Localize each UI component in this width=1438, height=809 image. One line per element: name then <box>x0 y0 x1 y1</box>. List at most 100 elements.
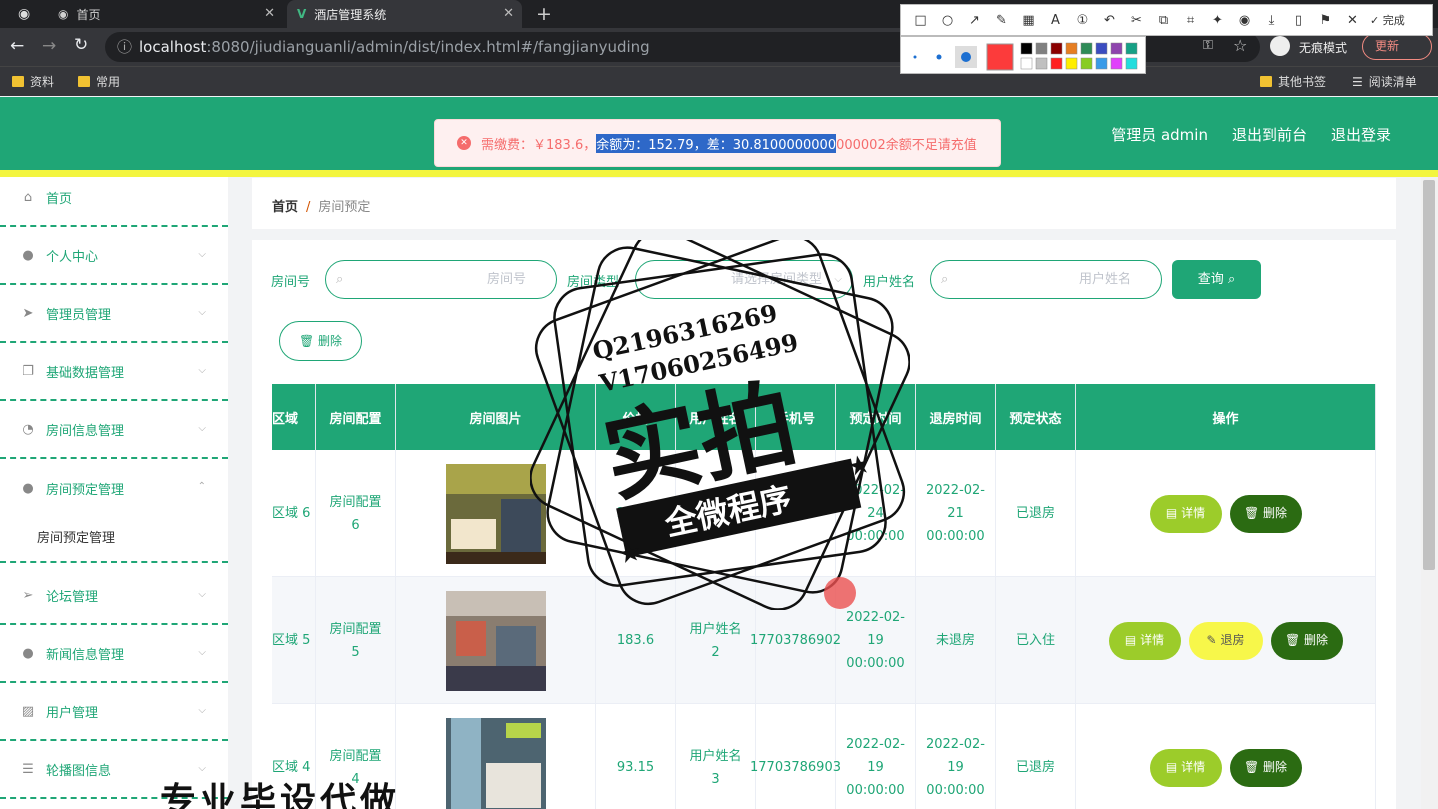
delete-button[interactable]: 🗑 删除 <box>1229 748 1302 787</box>
checkout-button[interactable]: ✎ 退房 <box>1188 621 1263 660</box>
room-type-label: 房间类型 <box>567 275 620 290</box>
bookmarks-bar: 资料 常用 其他书签 ☰ 阅读清单 <box>0 66 1438 96</box>
bookmark-folder[interactable]: 常用 <box>78 73 120 90</box>
url-path: :8080/jiudianguanli/admin/dist/index.htm… <box>206 38 650 56</box>
rectangle-tool-icon[interactable]: □ <box>907 13 934 28</box>
error-message: ✕ 需缴费：￥183.6， 余额为：152.79，差：30.8100000000 0… <box>434 119 1001 167</box>
ocr-icon[interactable]: ⌗ <box>1177 13 1204 28</box>
bookmark-label: 其他书签 <box>1278 75 1327 89</box>
download-icon[interactable]: ⤓ <box>1258 13 1285 28</box>
trash-icon: 🗑 <box>1243 760 1260 774</box>
delete-label: 删除 <box>1263 760 1288 774</box>
sidebar-item-booking[interactable]: ● 房间预定管理 ⌃ <box>0 459 228 517</box>
cell-phone: 6901 <box>756 450 836 577</box>
cell-status: 已退房 <box>996 704 1076 809</box>
detail-label: 详情 <box>1140 633 1165 647</box>
chevron-down-icon: ⌵ <box>198 307 206 318</box>
user-name-label: 用户姓名 <box>863 275 916 290</box>
sidebar-item-label: 管理员管理 <box>46 307 112 323</box>
cell-config: 房间配置 5 <box>316 577 396 704</box>
room-image[interactable] <box>445 717 546 809</box>
query-label: 查询 <box>1197 272 1224 287</box>
alert-prefix: 需缴费：￥183.6， <box>481 137 597 153</box>
sidebar-item-label: 论坛管理 <box>46 589 99 605</box>
delete-button[interactable]: 🗑 删除 <box>1270 621 1343 660</box>
sidebar-item-profile[interactable]: ● 个人中心 ⌵ <box>0 227 228 285</box>
sidebar-item-news[interactable]: ● 新闻信息管理 ⌵ <box>0 625 228 683</box>
header-price: 价格 <box>596 384 676 450</box>
batch-delete-button[interactable]: 🗑 删除 <box>279 321 362 361</box>
dashboard-icon: ◔ <box>22 421 34 437</box>
sidebar-item-forum[interactable]: ➢ 论坛管理 ⌵ <box>0 567 228 625</box>
browser-menu-icon[interactable]: ◉ <box>18 6 30 22</box>
info-icon: ⓘ <box>117 38 133 56</box>
tab-home[interactable]: ◉ 首页 ✕ <box>48 0 283 28</box>
user-name-input[interactable]: ⌕ 用户姓名 <box>930 260 1162 299</box>
done-button[interactable]: ✓ 完成 <box>1370 12 1405 28</box>
cell-status: 已入住 <box>996 577 1076 704</box>
room-image[interactable] <box>445 590 546 691</box>
breadcrumb-home[interactable]: 首页 <box>272 200 298 215</box>
close-tab-icon[interactable]: ✕ <box>503 6 514 21</box>
ellipse-tool-icon[interactable]: ○ <box>934 13 961 28</box>
to-front-link[interactable]: 退出到前台 <box>1232 124 1307 145</box>
logout-link[interactable]: 退出登录 <box>1331 124 1391 145</box>
back-icon[interactable]: ← <box>10 36 24 56</box>
record-icon[interactable]: ◉ <box>1231 13 1258 28</box>
pin-icon[interactable]: ✦ <box>1204 13 1231 28</box>
sidebar-item-home[interactable]: ⌂ 首页 <box>0 169 228 227</box>
cell-actions: ▤ 详情 🗑 删除 <box>1076 450 1376 577</box>
mosaic-tool-icon[interactable]: ▦ <box>1015 13 1042 28</box>
room-type-select[interactable]: 请选择房间类型 ⌵ <box>635 260 853 299</box>
update-button[interactable]: 更新 <box>1362 33 1432 60</box>
reading-list[interactable]: ☰ 阅读清单 <box>1352 73 1417 90</box>
cut-icon[interactable]: ✂ <box>1123 13 1150 28</box>
chevron-down-icon: ⌵ <box>198 423 206 434</box>
scrollbar-thumb[interactable] <box>1423 180 1435 570</box>
undo-icon[interactable]: ↶ <box>1096 13 1123 28</box>
cell-actions: ▤ 详情 🗑 删除 <box>1076 704 1376 809</box>
sidebar-item-label: 用户管理 <box>46 705 99 721</box>
sidebar-subitem-booking[interactable]: 房间预定管理 <box>0 511 228 563</box>
table-row: 区域 6 房间配置 6 244.1 用户姓名 6901 2022-02-24 0… <box>272 450 1376 577</box>
pen-tool-icon[interactable]: ✎ <box>988 13 1015 28</box>
detail-button[interactable]: ▤ 详情 <box>1149 494 1222 533</box>
query-button[interactable]: 查询 ⌕ <box>1172 260 1261 299</box>
delete-label: 删除 <box>1304 633 1329 647</box>
chevron-down-icon: ⌵ <box>198 249 206 260</box>
key-icon[interactable]: ⚿ <box>1203 38 1213 53</box>
room-image[interactable] <box>445 463 546 564</box>
document-icon: ▤ <box>1165 760 1178 774</box>
cell-actions: ▤ 详情 ✎ 退房 🗑 删除 <box>1076 577 1376 704</box>
room-no-input[interactable]: ⌕ 房间号 <box>325 260 557 299</box>
color-swatches[interactable] <box>901 37 1145 73</box>
phone-icon[interactable]: ▯ <box>1285 13 1312 28</box>
star-icon[interactable]: ☆ <box>1233 36 1247 55</box>
number-tool-icon[interactable]: ① <box>1069 13 1096 28</box>
forward-icon[interactable]: → <box>42 36 56 56</box>
bookmark-folder[interactable]: 其他书签 <box>1260 73 1326 90</box>
reload-icon[interactable]: ↻ <box>74 35 88 55</box>
detail-label: 详情 <box>1181 760 1206 774</box>
delete-button[interactable]: 🗑 删除 <box>1229 494 1302 533</box>
search-icon: ⌕ <box>336 272 344 287</box>
cursor-indicator <box>824 577 856 609</box>
close-icon[interactable]: ✕ <box>1339 13 1366 28</box>
bookmark-folder[interactable]: 资料 <box>12 73 54 90</box>
new-tab-icon[interactable]: + <box>536 3 552 25</box>
sidebar-item-basic-data[interactable]: ❐ 基础数据管理 ⌵ <box>0 343 228 401</box>
detail-button[interactable]: ▤ 详情 <box>1149 748 1222 787</box>
text-tool-icon[interactable]: A <box>1042 13 1069 28</box>
close-tab-icon[interactable]: ✕ <box>264 6 275 21</box>
sidebar-item-admin[interactable]: ➤ 管理员管理 ⌵ <box>0 285 228 343</box>
arrow-tool-icon[interactable]: ↗ <box>961 13 988 28</box>
sidebar-item-users[interactable]: ▨ 用户管理 ⌵ <box>0 683 228 741</box>
detail-button[interactable]: ▤ 详情 <box>1108 621 1181 660</box>
cell-checkout: 2022-02-21 00:00:00 <box>916 450 996 577</box>
header-nav: 管理员 admin 退出到前台 退出登录 <box>1111 124 1391 145</box>
bookmark-icon[interactable]: ⚑ <box>1312 13 1339 28</box>
cell-checkout: 未退房 <box>916 577 996 704</box>
tab-active[interactable]: V 酒店管理系统 ✕ <box>287 0 522 28</box>
translate-icon[interactable]: ⧉ <box>1150 13 1177 28</box>
sidebar-item-room-info[interactable]: ◔ 房间信息管理 ⌵ <box>0 401 228 459</box>
